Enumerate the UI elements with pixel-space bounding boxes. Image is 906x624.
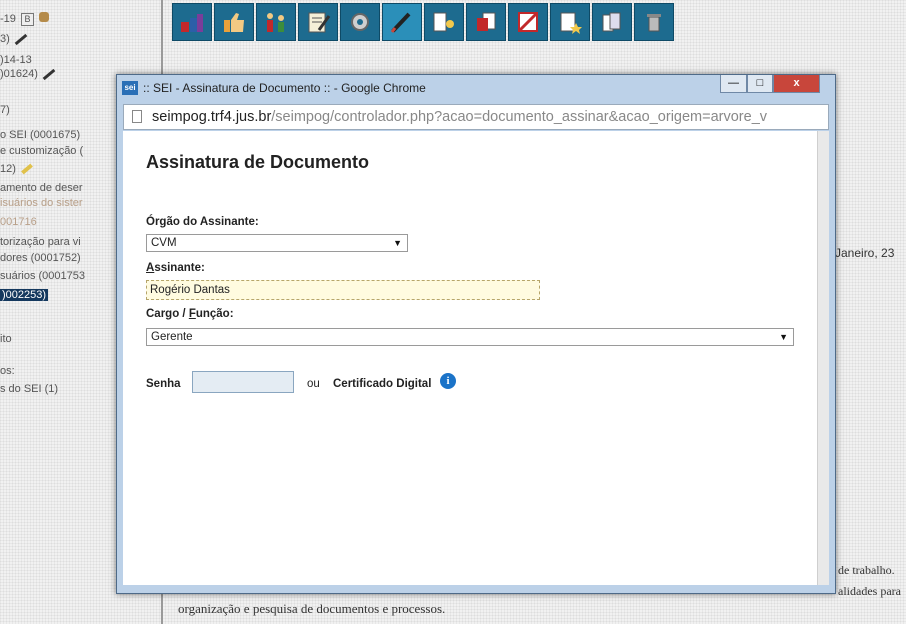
cargo-select-value: Gerente xyxy=(151,331,193,343)
signature-form: Assinatura de Documento Órgão do Assinan… xyxy=(123,131,817,585)
password-input[interactable] xyxy=(192,371,294,393)
tree-item[interactable]: e customização ( xyxy=(0,144,83,158)
document-tree-icon[interactable] xyxy=(424,3,464,41)
address-bar[interactable]: seimpog.trf4.jus.br/seimpog/controlador.… xyxy=(123,104,829,130)
cancel-icon[interactable] xyxy=(508,3,548,41)
page-title: Assinatura de Documento xyxy=(146,152,370,172)
document-copy-icon[interactable] xyxy=(466,3,506,41)
bg-document-text: de trabalho. xyxy=(838,563,895,577)
url-text: seimpog.trf4.jus.br/seimpog/controlador.… xyxy=(152,109,767,125)
sei-favicon-icon: sei xyxy=(122,81,138,95)
dropdown-arrow-icon: ▼ xyxy=(393,238,402,248)
orgao-select-value: CVM xyxy=(151,237,177,249)
tree-item[interactable]: ito xyxy=(0,332,12,346)
page-icon xyxy=(132,110,142,123)
assinante-label: Assinante: xyxy=(146,262,205,274)
users-icon[interactable] xyxy=(172,3,212,41)
cargo-label: Cargo / Função: xyxy=(146,308,234,320)
pen-icon xyxy=(14,33,28,45)
cargo-select[interactable]: Gerente ▼ xyxy=(146,328,794,346)
vertical-scrollbar[interactable] xyxy=(817,131,829,585)
tree-item[interactable]: torização para vi xyxy=(0,235,81,249)
new-document-icon[interactable] xyxy=(550,3,590,41)
bg-document-text: alidades para xyxy=(838,584,901,598)
tree-item[interactable]: isuários do sister xyxy=(0,196,83,210)
signature-popup-window: sei :: SEI - Assinatura de Documento :: … xyxy=(116,74,836,594)
b-badge-icon: B xyxy=(20,13,34,26)
window-title: :: SEI - Assinatura de Documento :: - Go… xyxy=(143,81,426,95)
document-toolbar xyxy=(172,3,674,43)
tree-item[interactable]: 7) xyxy=(0,103,10,117)
url-host: seimpog.trf4.jus.br xyxy=(152,109,272,125)
tree-item[interactable]: -19 B xyxy=(0,12,50,26)
family-icon[interactable] xyxy=(256,3,296,41)
pen-icon xyxy=(42,68,56,80)
bg-document-text: Janeiro, 23 xyxy=(835,246,895,260)
tree-item[interactable]: suários (0001753 xyxy=(0,269,85,283)
orgao-label: Órgão do Assinante: xyxy=(146,216,259,228)
assinante-input[interactable]: Rogério Dantas xyxy=(146,280,540,300)
tree-item[interactable]: 001716 xyxy=(0,215,37,229)
pen-sign-icon[interactable] xyxy=(382,3,422,41)
tree-item[interactable]: o SEI (0001675) xyxy=(0,128,80,142)
tree-item[interactable]: 3) xyxy=(0,32,28,46)
window-title-bar[interactable]: sei :: SEI - Assinatura de Documento :: … xyxy=(117,75,835,101)
minimize-button[interactable]: — xyxy=(720,75,747,93)
tree-item[interactable]: amento de deser xyxy=(0,181,83,195)
url-path: /seimpog/controlador.php?acao=documento_… xyxy=(271,109,768,125)
tree-item[interactable]: )14-13 xyxy=(0,53,32,67)
tree-item-selected[interactable]: )002253) xyxy=(0,288,49,302)
bg-document-text: organização e pesquisa de documentos e p… xyxy=(178,601,446,616)
gear-icon[interactable] xyxy=(340,3,380,41)
tree-item[interactable]: s do SEI (1) xyxy=(0,382,58,396)
tree-item[interactable]: os: xyxy=(0,364,15,378)
tree-item[interactable]: )01624) xyxy=(0,67,56,81)
copy-pages-icon[interactable] xyxy=(592,3,632,41)
trash-icon[interactable] xyxy=(634,3,674,41)
senha-label: Senha xyxy=(146,378,181,390)
ou-text: ou xyxy=(307,378,320,390)
tree-item[interactable]: dores (0001752) xyxy=(0,251,81,265)
info-icon[interactable]: i xyxy=(440,373,456,389)
edit-document-icon[interactable] xyxy=(298,3,338,41)
maximize-button[interactable]: □ xyxy=(747,75,773,93)
close-button[interactable]: x xyxy=(773,75,820,93)
pencil-icon xyxy=(21,163,33,175)
tree-item[interactable]: 12) xyxy=(0,162,33,176)
thumbs-up-icon[interactable] xyxy=(214,3,254,41)
hand-icon xyxy=(39,12,50,22)
certificado-digital-label: Certificado Digital xyxy=(333,378,432,390)
orgao-select[interactable]: CVM ▼ xyxy=(146,234,408,252)
dropdown-arrow-icon: ▼ xyxy=(779,332,788,342)
